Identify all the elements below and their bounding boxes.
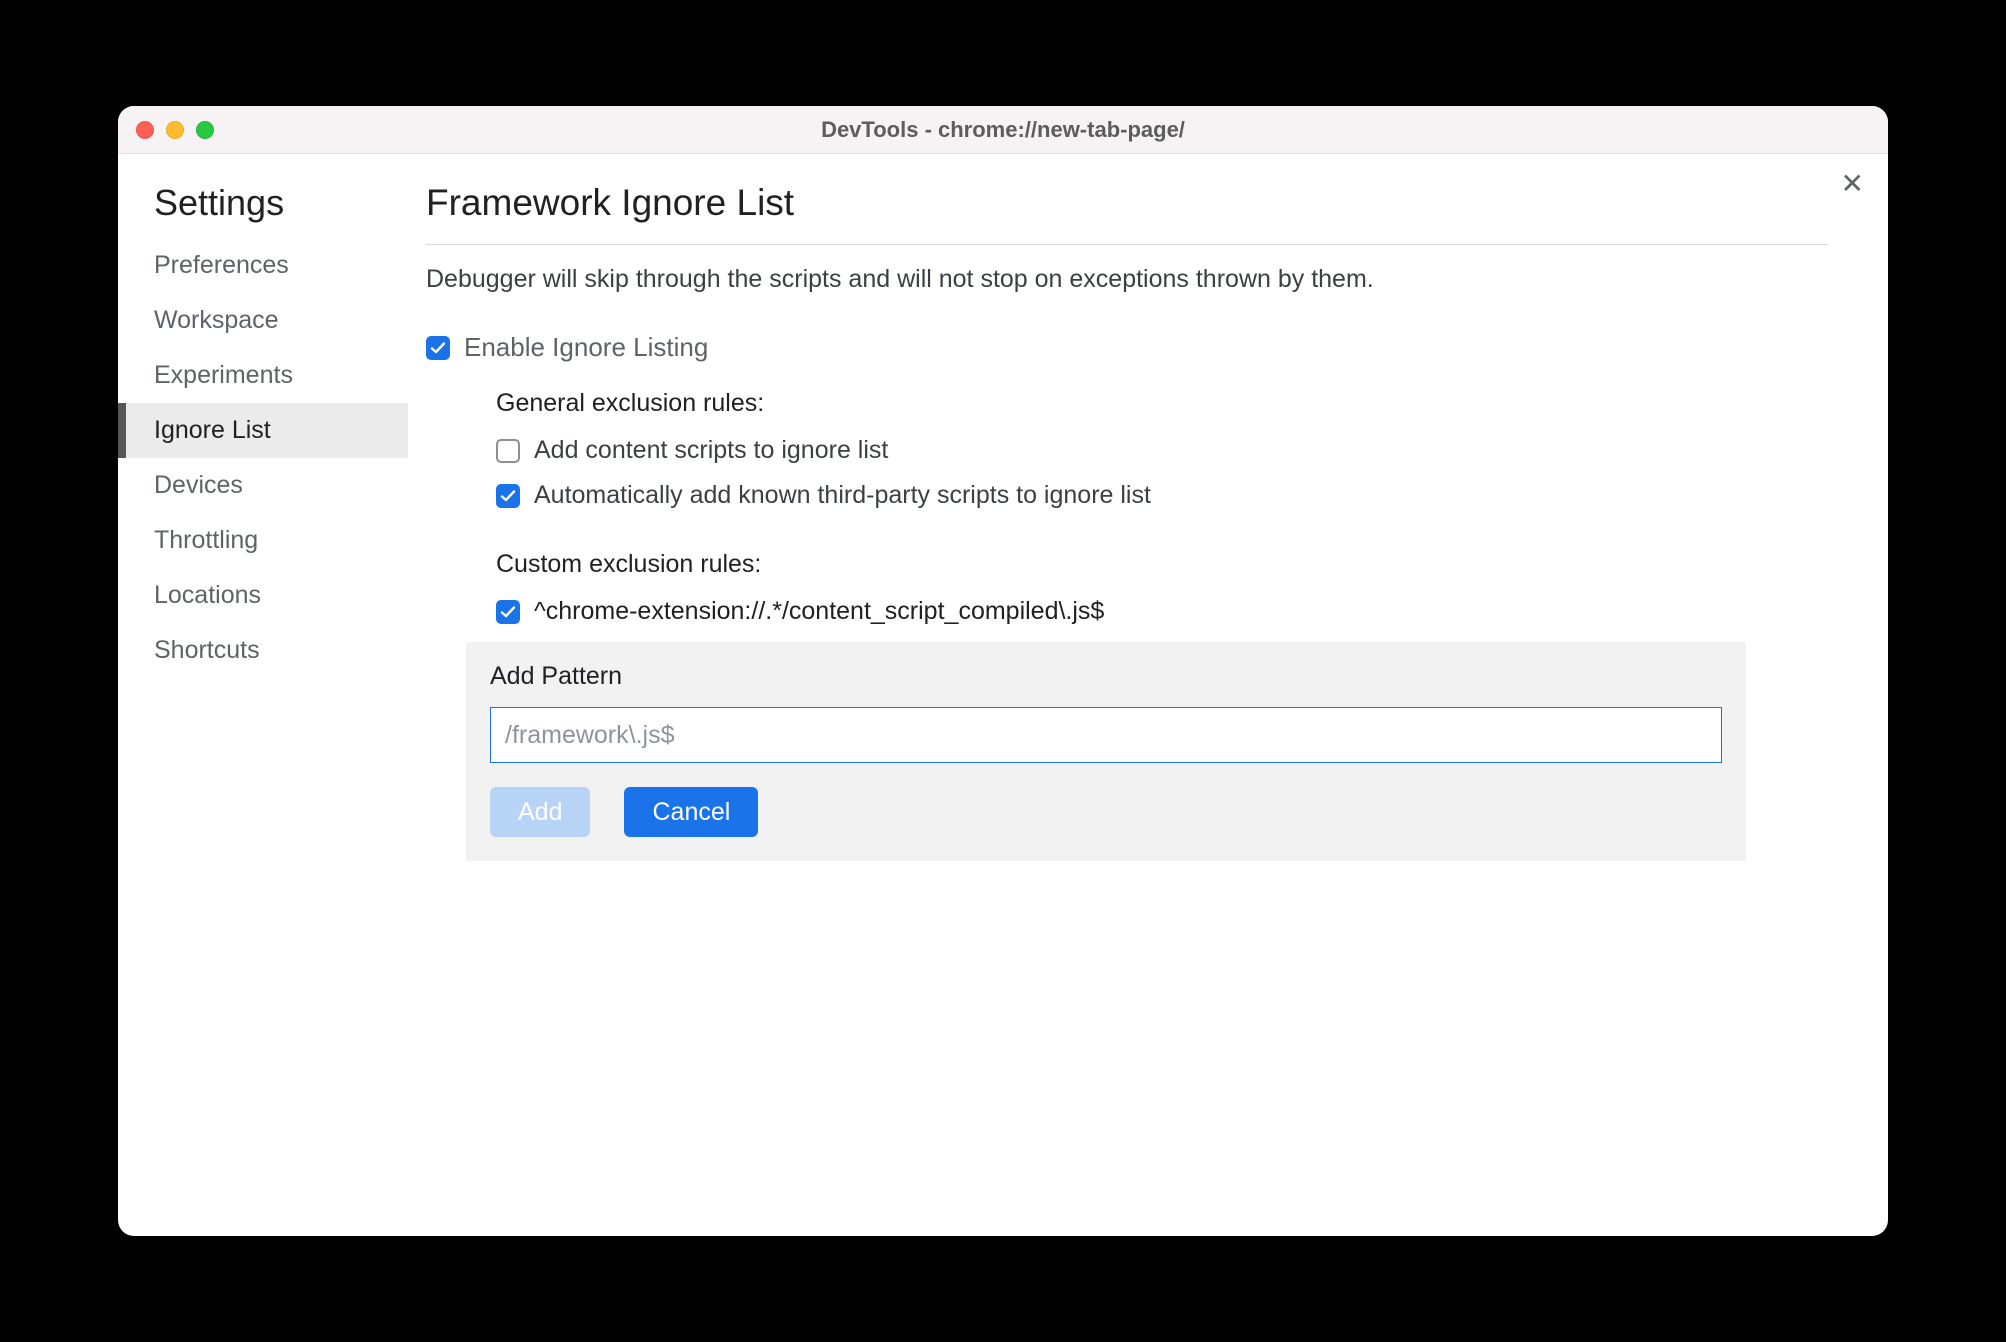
sidebar-item-shortcuts[interactable]: Shortcuts bbox=[118, 623, 408, 678]
enable-ignore-listing-row: Enable Ignore Listing bbox=[426, 332, 1828, 363]
minimize-window-button[interactable] bbox=[166, 121, 184, 139]
content-scripts-label: Add content scripts to ignore list bbox=[534, 436, 888, 465]
enable-ignore-listing-label: Enable Ignore Listing bbox=[464, 332, 708, 363]
content-scripts-checkbox[interactable] bbox=[496, 439, 520, 463]
sidebar-item-experiments[interactable]: Experiments bbox=[118, 348, 408, 403]
sidebar-item-devices[interactable]: Devices bbox=[118, 458, 408, 513]
sidebar-title: Settings bbox=[118, 182, 408, 238]
pattern-input[interactable] bbox=[490, 707, 1722, 763]
page-description: Debugger will skip through the scripts a… bbox=[426, 265, 1828, 294]
general-exclusion-section: General exclusion rules: Add content scr… bbox=[496, 389, 1828, 626]
custom-exclusion-label: Custom exclusion rules: bbox=[496, 550, 1828, 579]
sidebar-item-locations[interactable]: Locations bbox=[118, 568, 408, 623]
custom-rule-0-checkbox[interactable] bbox=[496, 600, 520, 624]
page-title: Framework Ignore List bbox=[426, 182, 1828, 245]
close-icon[interactable]: ✕ bbox=[1841, 170, 1864, 198]
add-button[interactable]: Add bbox=[490, 787, 590, 837]
add-pattern-button-row: Add Cancel bbox=[490, 787, 1722, 837]
devtools-settings-window: DevTools - chrome://new-tab-page/ ✕ Sett… bbox=[118, 106, 1888, 1236]
settings-sidebar: Settings Preferences Workspace Experimen… bbox=[118, 154, 408, 1236]
close-window-button[interactable] bbox=[136, 121, 154, 139]
custom-rule-0-pattern: ^chrome-extension://.*/content_script_co… bbox=[534, 597, 1104, 626]
third-party-checkbox[interactable] bbox=[496, 484, 520, 508]
general-rule-content-scripts: Add content scripts to ignore list bbox=[496, 436, 1828, 465]
add-pattern-panel: Add Pattern Add Cancel bbox=[466, 642, 1746, 861]
settings-main: Framework Ignore List Debugger will skip… bbox=[408, 154, 1888, 1236]
settings-body: ✕ Settings Preferences Workspace Experim… bbox=[118, 154, 1888, 1236]
sidebar-item-preferences[interactable]: Preferences bbox=[118, 238, 408, 293]
custom-rule-0: ^chrome-extension://.*/content_script_co… bbox=[496, 597, 1828, 626]
cancel-button[interactable]: Cancel bbox=[624, 787, 758, 837]
titlebar: DevTools - chrome://new-tab-page/ bbox=[118, 106, 1888, 154]
add-pattern-label: Add Pattern bbox=[490, 662, 1722, 691]
window-title: DevTools - chrome://new-tab-page/ bbox=[118, 117, 1888, 143]
general-exclusion-label: General exclusion rules: bbox=[496, 389, 1828, 418]
traffic-lights bbox=[136, 121, 214, 139]
third-party-label: Automatically add known third-party scri… bbox=[534, 481, 1151, 510]
enable-ignore-listing-checkbox[interactable] bbox=[426, 336, 450, 360]
general-rule-third-party: Automatically add known third-party scri… bbox=[496, 481, 1828, 510]
sidebar-item-ignore-list[interactable]: Ignore List bbox=[118, 403, 408, 458]
sidebar-item-workspace[interactable]: Workspace bbox=[118, 293, 408, 348]
maximize-window-button[interactable] bbox=[196, 121, 214, 139]
sidebar-item-throttling[interactable]: Throttling bbox=[118, 513, 408, 568]
